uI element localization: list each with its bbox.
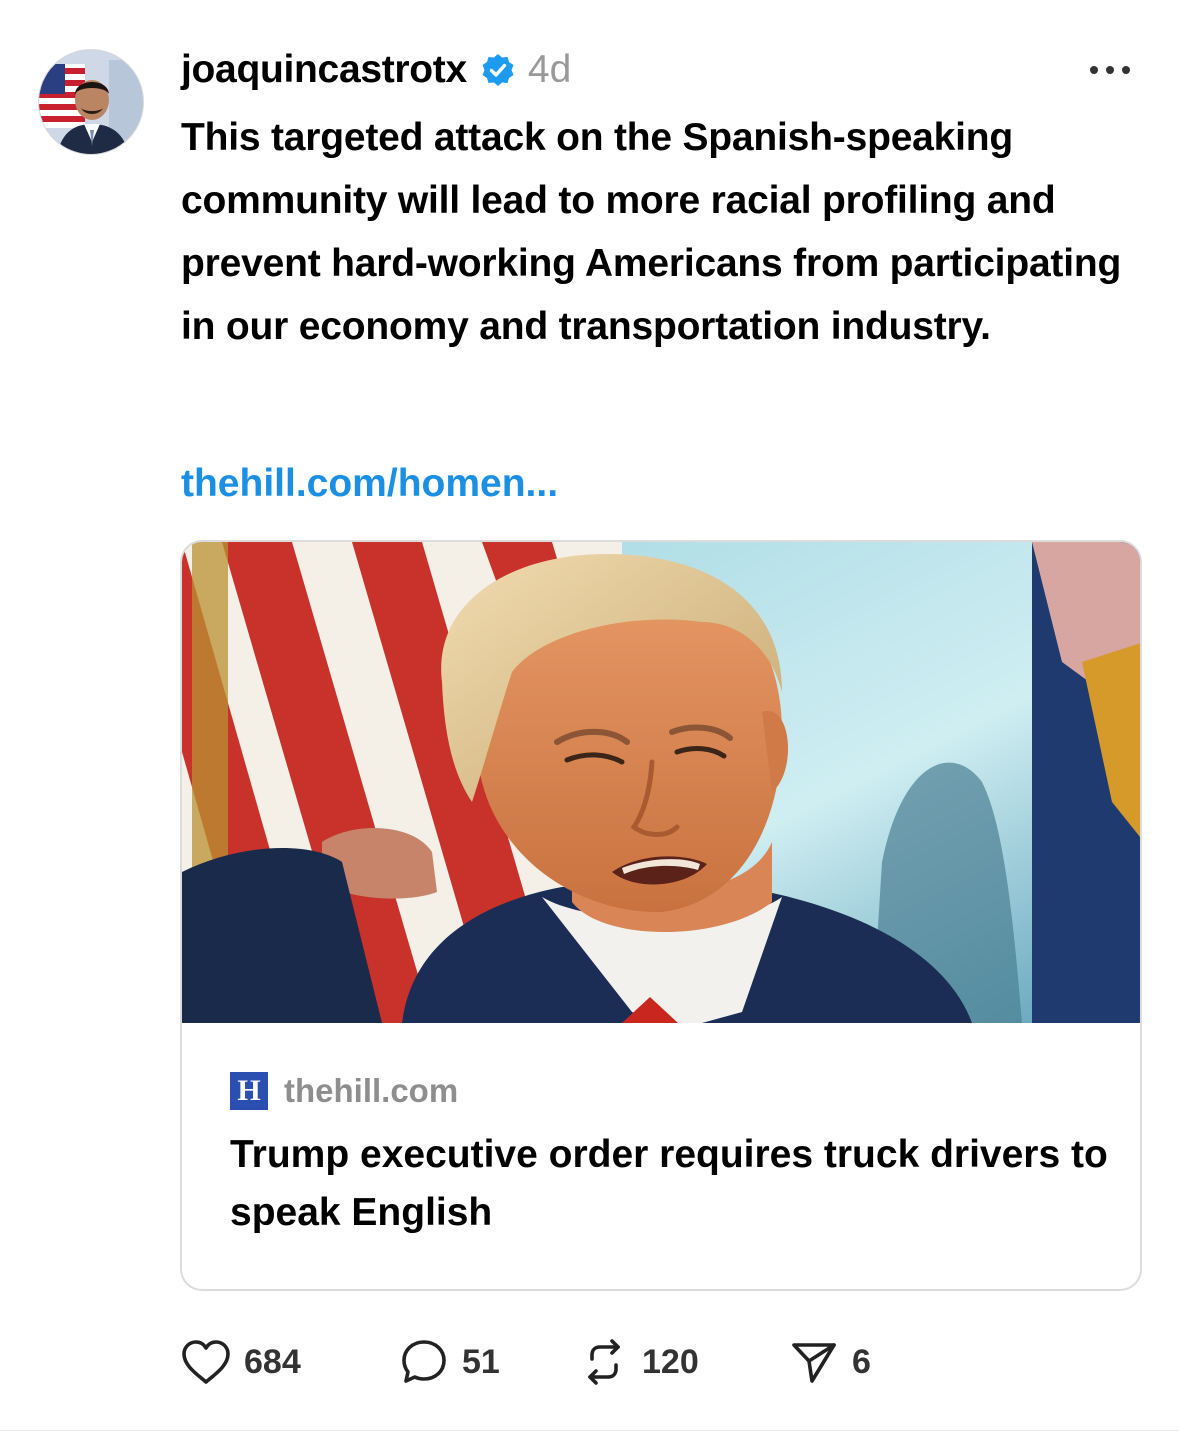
post-header: joaquincastrotx 4d bbox=[181, 42, 571, 98]
post-timestamp: 4d bbox=[527, 48, 572, 91]
repost-icon bbox=[588, 1339, 620, 1385]
comment-bubble-icon bbox=[402, 1340, 446, 1383]
verified-badge-icon bbox=[481, 53, 515, 87]
username[interactable]: joaquincastrotx bbox=[181, 48, 467, 92]
repost-button[interactable]: 120 bbox=[578, 1337, 788, 1387]
source-domain: thehill.com bbox=[284, 1072, 459, 1109]
action-bar: 684 51 120 6 bbox=[180, 1334, 871, 1390]
post-link[interactable]: thehill.com/homen... bbox=[181, 452, 558, 515]
divider bbox=[0, 1430, 1179, 1431]
link-preview-card[interactable]: H thehill.com Trump executive order requ… bbox=[180, 540, 1142, 1291]
like-button[interactable]: 684 bbox=[180, 1338, 398, 1386]
article-headline: Trump executive order requires truck dri… bbox=[230, 1133, 1108, 1234]
post-text: This targeted attack on the Spanish-spea… bbox=[181, 116, 1122, 348]
more-options-icon[interactable] bbox=[1086, 58, 1134, 82]
share-button[interactable]: 6 bbox=[788, 1337, 871, 1387]
article-image bbox=[182, 542, 1140, 1023]
repost-count: 120 bbox=[642, 1342, 699, 1381]
like-count: 684 bbox=[244, 1342, 301, 1381]
reply-button[interactable]: 51 bbox=[398, 1337, 578, 1387]
send-icon bbox=[792, 1343, 836, 1383]
share-count: 6 bbox=[852, 1342, 871, 1381]
heart-icon bbox=[182, 1340, 230, 1384]
avatar-photo bbox=[39, 50, 143, 154]
avatar[interactable] bbox=[38, 49, 144, 155]
source-row: H thehill.com bbox=[230, 1072, 458, 1110]
source-logo: H bbox=[230, 1072, 268, 1110]
reply-count: 51 bbox=[462, 1342, 500, 1381]
